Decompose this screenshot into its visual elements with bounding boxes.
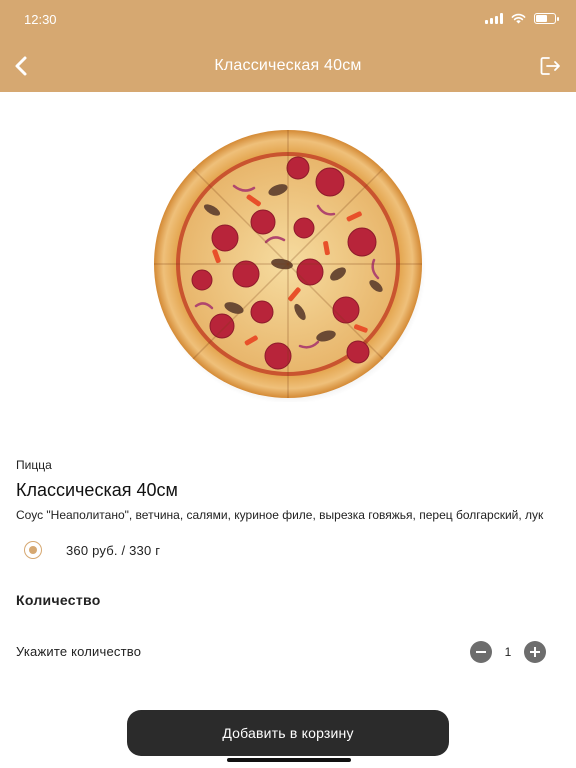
signal-icon — [485, 13, 503, 24]
battery-icon — [534, 13, 559, 24]
radio-selected-icon[interactable] — [24, 541, 42, 559]
product-description: Соус "Неаполитано", ветчина, салями, кур… — [16, 508, 544, 522]
product-title: Классическая 40см — [16, 480, 178, 500]
pizza-image — [150, 126, 426, 404]
quantity-label: Укажите количество — [16, 644, 142, 659]
add-to-cart-button[interactable]: Добавить в корзину — [127, 710, 449, 756]
app-header: 12:30 Классическая 40см — [0, 0, 576, 92]
size-option[interactable]: 360 руб. / 330 г — [24, 538, 160, 562]
decrement-button[interactable] — [470, 641, 492, 663]
status-time: 12:30 — [24, 12, 57, 27]
option-label: 360 руб. / 330 г — [66, 542, 161, 558]
logout-icon[interactable] — [538, 54, 562, 78]
status-icons — [485, 13, 559, 24]
quantity-value: 1 — [504, 645, 512, 659]
quantity-heading: Количество — [16, 592, 101, 608]
quantity-stepper: 1 — [470, 641, 546, 663]
page-title: Классическая 40см — [214, 57, 362, 74]
minus-icon — [476, 651, 486, 653]
product-category: Пицца — [16, 458, 52, 472]
status-bar: 12:30 — [0, 0, 576, 40]
increment-button[interactable] — [524, 641, 546, 663]
wifi-icon — [511, 13, 526, 24]
home-indicator — [227, 758, 351, 762]
